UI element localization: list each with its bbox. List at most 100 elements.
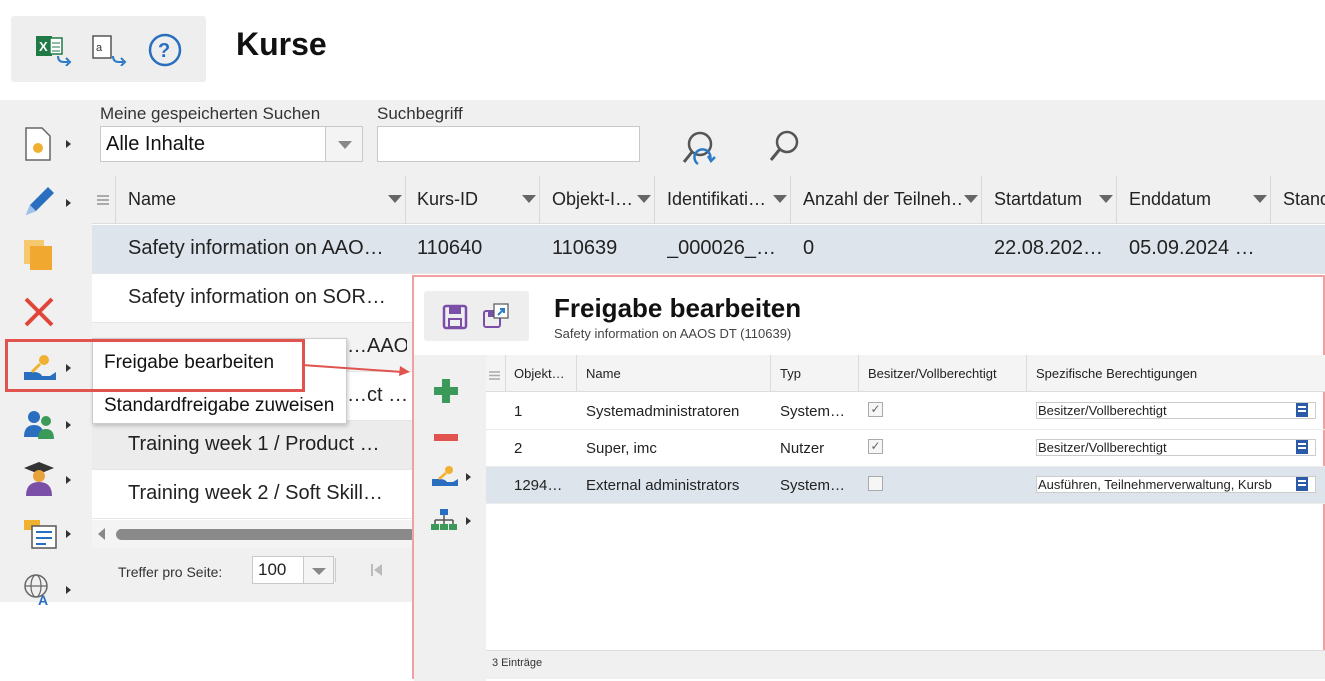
delete-icon: [22, 295, 56, 334]
permissions-field[interactable]: Besitzer/Vollberechtigt: [1036, 402, 1316, 419]
submenu-arrow-icon: [66, 586, 71, 594]
dialog-table-row[interactable]: 1294… External administrators System… Au…: [486, 467, 1325, 504]
cell-anzahl: 0: [803, 237, 815, 259]
cell-name: Training week 1 / Product …: [128, 433, 380, 455]
translate-icon: A: [22, 572, 58, 611]
dialog-column-name[interactable]: Name: [586, 366, 621, 381]
column-menu-icon[interactable]: [1253, 195, 1267, 203]
column-header-kurs-id[interactable]: Kurs-ID: [417, 176, 517, 224]
search-input[interactable]: [377, 126, 640, 162]
column-header-anzahl[interactable]: Anzahl der Teilneh…: [803, 176, 963, 224]
dialog-sidebar: [414, 355, 486, 681]
hierarchy-icon[interactable]: [430, 507, 458, 538]
cell-name: …AAO…: [347, 335, 407, 357]
column-chooser-icon[interactable]: [489, 368, 500, 386]
dialog-column-typ[interactable]: Typ: [780, 366, 801, 381]
chevron-down-icon[interactable]: [325, 127, 362, 161]
horizontal-scrollbar[interactable]: [92, 520, 422, 548]
dialog-column-berechtigungen[interactable]: Spezifische Berechtigungen: [1036, 366, 1197, 381]
column-header-stand[interactable]: Stand: [1283, 176, 1325, 224]
owner-checkbox[interactable]: [868, 476, 883, 491]
cell-typ: System…: [780, 403, 846, 420]
column-header-startdatum[interactable]: Startdatum: [994, 176, 1094, 224]
owner-checkbox[interactable]: ✓: [868, 402, 883, 417]
cell-objekt-id: 1294…: [514, 477, 563, 494]
cell-startdatum: 22.08.202…: [994, 237, 1103, 259]
cell-name: Super, imc: [586, 440, 657, 457]
submenu-arrow-icon: [466, 517, 471, 525]
first-page-icon[interactable]: [370, 563, 384, 582]
sidebar-item-learners[interactable]: [18, 460, 78, 500]
sidebar-item-certificates[interactable]: [18, 514, 78, 554]
scrollbar-thumb[interactable]: [116, 529, 416, 540]
page-title: Kurse: [236, 26, 327, 62]
add-icon[interactable]: [432, 377, 460, 410]
share-icon[interactable]: [430, 463, 460, 494]
column-chooser-icon[interactable]: [96, 193, 110, 212]
dialog-title: Freigabe bearbeiten: [554, 293, 802, 323]
permissions-picker-icon[interactable]: [1296, 440, 1308, 454]
submenu-arrow-icon: [466, 473, 471, 481]
permissions-picker-icon[interactable]: [1296, 403, 1308, 417]
column-header-name[interactable]: Name: [128, 176, 368, 224]
column-menu-icon[interactable]: [522, 195, 536, 203]
permissions-field[interactable]: Besitzer/Vollberechtigt: [1036, 439, 1316, 456]
column-menu-icon[interactable]: [1099, 195, 1113, 203]
dialog-toolbar: [424, 291, 529, 341]
scroll-left-icon[interactable]: [98, 528, 105, 540]
sidebar-item-copy[interactable]: [18, 236, 78, 276]
permissions-picker-icon[interactable]: [1296, 477, 1308, 491]
cell-typ: System…: [780, 477, 846, 494]
save-as-icon[interactable]: [482, 301, 512, 336]
save-icon[interactable]: [442, 304, 468, 335]
dialog-table-row[interactable]: 2 Super, imc Nutzer ✓ Besitzer/Vollberec…: [486, 430, 1325, 467]
dialog-column-besitzer[interactable]: Besitzer/Vollberechtigt: [868, 366, 997, 381]
text-export-icon[interactable]: a: [91, 34, 127, 71]
graduate-icon: [22, 460, 56, 503]
table-row[interactable]: Safety information on AAO… 110640 110639…: [92, 225, 1325, 274]
column-menu-icon[interactable]: [773, 195, 787, 203]
menu-item-standardfreigabe-zuweisen[interactable]: Standardfreigabe zuweisen: [104, 395, 334, 417]
svg-text:a: a: [96, 42, 103, 54]
sidebar-item-translate[interactable]: A: [18, 570, 78, 610]
dialog-footer: [486, 650, 1325, 679]
column-menu-icon[interactable]: [964, 195, 978, 203]
cell-name: External administrators: [586, 477, 740, 494]
permissions-field[interactable]: Ausführen, Teilnehmerverwaltung, Kursb: [1036, 476, 1316, 493]
column-menu-icon[interactable]: [388, 195, 402, 203]
highlight-box: [5, 339, 305, 392]
sidebar-item-edit[interactable]: [18, 183, 78, 223]
column-menu-icon[interactable]: [637, 195, 651, 203]
owner-checkbox[interactable]: ✓: [868, 439, 883, 454]
column-header-objekt-id[interactable]: Objekt-I…: [552, 176, 632, 224]
submenu-arrow-icon: [66, 530, 71, 538]
excel-export-icon[interactable]: X: [36, 34, 72, 71]
sidebar-item-new[interactable]: [18, 124, 78, 164]
dialog-table-row[interactable]: 1 Systemadministratoren System… ✓ Besitz…: [486, 393, 1325, 430]
per-page-select[interactable]: 100: [252, 556, 334, 584]
submenu-arrow-icon: [66, 421, 71, 429]
remove-icon[interactable]: [432, 430, 460, 448]
saved-searches-select[interactable]: Alle Inhalte: [100, 126, 363, 162]
column-header-identifikation[interactable]: Identifikati…: [667, 176, 773, 224]
top-toolbar: X a ?: [11, 16, 206, 82]
sidebar-item-users[interactable]: [18, 405, 78, 445]
cell-name: …ct …: [347, 384, 407, 406]
chevron-down-icon[interactable]: [303, 557, 333, 583]
search-term-label: Suchbegriff: [377, 104, 463, 123]
sidebar-item-delete[interactable]: [18, 293, 78, 333]
svg-text:A: A: [38, 592, 48, 606]
saved-searches-label: Meine gespeicherten Suchen: [100, 104, 321, 123]
cell-name: Training week 2 / Soft Skill…: [128, 482, 383, 504]
cell-typ: Nutzer: [780, 440, 825, 457]
cell-objekt-id: 2: [514, 440, 523, 457]
users-icon: [22, 407, 58, 446]
edit-icon: [22, 185, 56, 224]
search-icon[interactable]: [766, 128, 802, 169]
reset-search-icon[interactable]: [680, 128, 720, 173]
column-header-enddatum[interactable]: Enddatum: [1129, 176, 1249, 224]
help-icon[interactable]: ?: [147, 32, 183, 73]
certificate-icon: [22, 516, 58, 557]
cell-enddatum: 05.09.2024 …: [1129, 237, 1255, 259]
dialog-column-objekt[interactable]: Objekt…: [514, 366, 565, 381]
